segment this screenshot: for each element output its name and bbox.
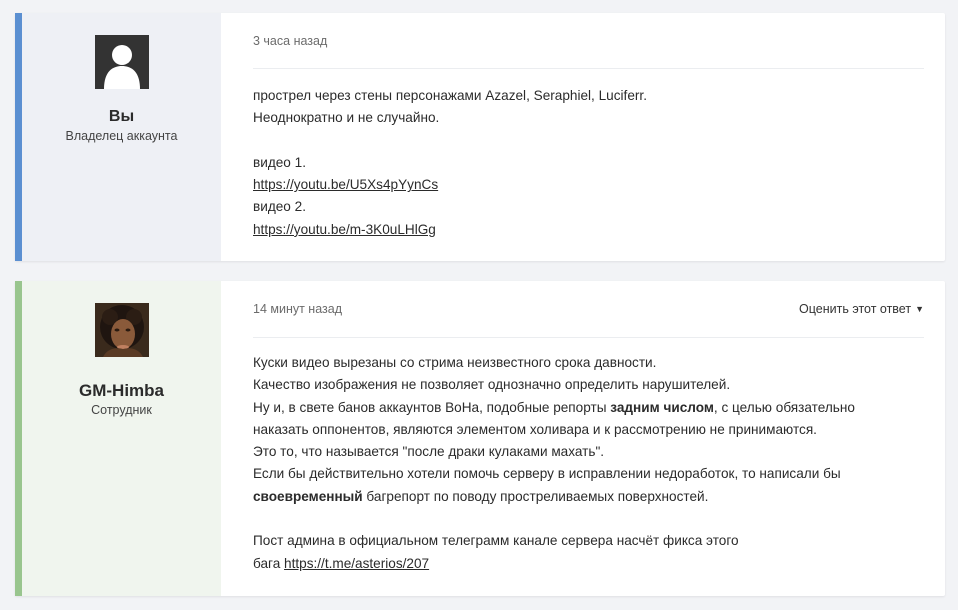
post-timestamp[interactable]: 3 часа назад [253, 34, 327, 48]
text-span: бага [253, 555, 285, 571]
content-line: прострел через стены персонажами Azazel,… [253, 88, 647, 103]
author-name[interactable]: Вы [109, 108, 134, 126]
author-role: Владелец аккаунта [65, 129, 178, 143]
post-body: 14 минут назад Оценить этот ответ ▼ Куск… [221, 281, 945, 596]
content-line: Пост админа в официальном телеграмм кана… [253, 533, 739, 549]
post-author-panel: Вы Владелец аккаунта [22, 13, 221, 261]
post-content: Куски видео вырезаны со стрима неизвестн… [253, 352, 924, 575]
content-line: https://youtu.be/U5Xs4pYynCs [253, 174, 924, 196]
caret-down-icon: ▼ [915, 304, 924, 314]
post-2: GM-Himba Сотрудник 14 минут назад Оценит… [15, 281, 945, 596]
content-line: Неоднократно и не случайно. [253, 110, 440, 126]
author-name[interactable]: GM-Himba [79, 381, 164, 401]
post-1: Вы Владелец аккаунта 3 часа назад простр… [15, 13, 945, 261]
post-content: прострел через стены персонажами Azazel,… [253, 85, 924, 241]
content-line: наказать оппонентов, являются элементом … [253, 421, 817, 437]
author-role: Сотрудник [91, 403, 152, 417]
bold-text: задним числом [610, 399, 714, 415]
text-span: багрепорт по поводу простреливаемых пове… [362, 488, 709, 504]
content-line: Качество изображения не позволяет однозн… [253, 377, 731, 393]
post-timestamp[interactable]: 14 минут назад [253, 302, 342, 316]
content-line: видео 1. [253, 154, 306, 170]
content-line: Ну и, в свете банов аккаунтов BoHa, подо… [253, 397, 924, 419]
content-line: своевременный багрепорт по поводу простр… [253, 486, 924, 508]
post-accent-bar [15, 13, 22, 261]
content-line: Куски видео вырезаны со стрима неизвестн… [253, 355, 657, 370]
post-author-panel: GM-Himba Сотрудник [22, 281, 221, 596]
video-link-2[interactable]: https://youtu.be/m-3K0uLHlGg [253, 222, 436, 237]
default-avatar-icon[interactable] [94, 35, 149, 89]
post-body: 3 часа назад прострел через стены персон… [221, 13, 945, 261]
text-span: , с целью обязательно [713, 399, 855, 415]
video-link-1[interactable]: https://youtu.be/U5Xs4pYynCs [253, 177, 438, 192]
post-accent-bar [15, 281, 22, 596]
rate-answer-label: Оценить этот ответ [799, 302, 912, 316]
content-line: Если бы действительно хотели помочь серв… [253, 466, 841, 482]
text-span: Ну и, в свете банов аккаунтов BoHa, подо… [253, 399, 611, 415]
content-line: видео 2. [253, 199, 306, 215]
post-meta: 14 минут назад Оценить этот ответ ▼ [253, 281, 924, 338]
content-line: бага https://t.me/asterios/207 [253, 553, 924, 575]
rate-answer-dropdown[interactable]: Оценить этот ответ ▼ [799, 302, 924, 316]
telegram-link[interactable]: https://t.me/asterios/207 [284, 556, 429, 571]
content-line: Это то, что называется "после драки кула… [253, 444, 605, 460]
content-line: https://youtu.be/m-3K0uLHlGg [253, 219, 924, 241]
user-photo-avatar[interactable] [94, 303, 149, 357]
bold-text: своевременный [253, 488, 363, 504]
post-meta: 3 часа назад [253, 13, 924, 69]
